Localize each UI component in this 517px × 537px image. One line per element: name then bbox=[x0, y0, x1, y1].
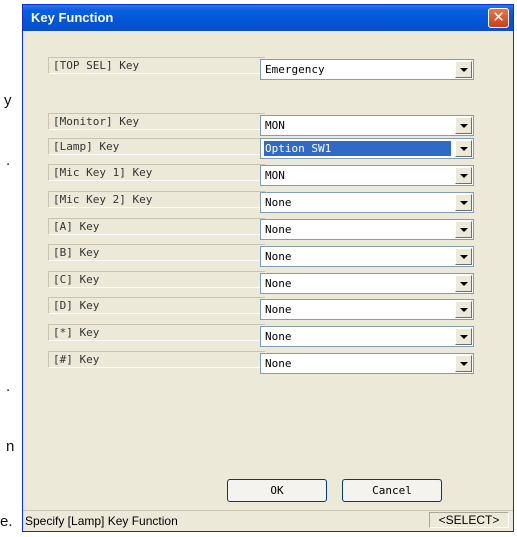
dialog-title: Key Function bbox=[31, 10, 114, 25]
combo-value: MON bbox=[265, 169, 285, 182]
chevron-down-icon[interactable] bbox=[455, 355, 472, 372]
top-sel-key-label: [TOP SEL] Key bbox=[48, 57, 266, 74]
hash-key-label: [#] Key bbox=[48, 351, 266, 368]
combo-value: Emergency bbox=[265, 63, 325, 76]
monitor-key-label: [Monitor] Key bbox=[48, 113, 266, 130]
background-text-fragment: n bbox=[6, 438, 15, 455]
combo-value: None bbox=[265, 196, 292, 209]
combo-value: MON bbox=[265, 119, 285, 132]
combo-value: None bbox=[265, 250, 292, 263]
cancel-button[interactable]: Cancel bbox=[342, 479, 442, 502]
monitor-key-select[interactable]: MON bbox=[260, 115, 474, 136]
mic-key-2-label: [Mic Key 2] Key bbox=[48, 191, 266, 208]
combo-value: None bbox=[265, 223, 292, 236]
d-key-label: [D] Key bbox=[48, 297, 266, 314]
combo-value: None bbox=[265, 357, 292, 370]
mic-key-1-label: [Mic Key 1] Key bbox=[48, 164, 266, 181]
chevron-down-icon[interactable] bbox=[455, 301, 472, 318]
chevron-down-icon[interactable] bbox=[455, 275, 472, 292]
d-key-select[interactable]: None bbox=[260, 299, 474, 320]
chevron-down-icon[interactable] bbox=[455, 61, 472, 78]
mic-key-2-select[interactable]: None bbox=[260, 192, 474, 213]
status-mode-indicator: <SELECT> bbox=[429, 512, 509, 528]
star-key-select[interactable]: None bbox=[260, 326, 474, 347]
c-key-select[interactable]: None bbox=[260, 273, 474, 294]
close-icon: ✕ bbox=[492, 8, 505, 26]
background-text-fragment: . bbox=[6, 152, 11, 169]
a-key-select[interactable]: None bbox=[260, 219, 474, 240]
status-bar: Specify [Lamp] Key Function <SELECT> bbox=[23, 510, 513, 531]
chevron-down-icon[interactable] bbox=[455, 194, 472, 211]
combo-value: None bbox=[265, 330, 292, 343]
status-message: Specify [Lamp] Key Function bbox=[25, 514, 178, 528]
a-key-label: [A] Key bbox=[48, 218, 266, 235]
dialog-body: [TOP SEL] Key Emergency [Monitor] Key MO… bbox=[26, 31, 510, 528]
ok-button[interactable]: OK bbox=[227, 479, 327, 502]
chevron-down-icon[interactable] bbox=[455, 328, 472, 345]
chevron-down-icon[interactable] bbox=[455, 140, 472, 157]
chevron-down-icon[interactable] bbox=[455, 117, 472, 134]
chevron-down-icon[interactable] bbox=[455, 167, 472, 184]
combo-value: None bbox=[265, 277, 292, 290]
chevron-down-icon[interactable] bbox=[455, 221, 472, 238]
background-text-fragment: e. bbox=[0, 513, 13, 530]
b-key-select[interactable]: None bbox=[260, 246, 474, 267]
c-key-label: [C] Key bbox=[48, 271, 266, 288]
background-text-fragment: . bbox=[6, 378, 11, 395]
top-sel-key-select[interactable]: Emergency bbox=[260, 59, 474, 80]
background-text-fragment: y bbox=[4, 92, 12, 109]
key-function-dialog: Key Function ✕ [TOP SEL] Key Emergency [… bbox=[22, 4, 514, 532]
combo-value: Option SW1 bbox=[264, 141, 451, 156]
chevron-down-icon[interactable] bbox=[455, 248, 472, 265]
mic-key-1-select[interactable]: MON bbox=[260, 165, 474, 186]
b-key-label: [B] Key bbox=[48, 244, 266, 261]
close-button[interactable]: ✕ bbox=[488, 8, 509, 28]
star-key-label: [*] Key bbox=[48, 324, 266, 341]
title-bar[interactable]: Key Function ✕ bbox=[23, 5, 513, 31]
hash-key-select[interactable]: None bbox=[260, 353, 474, 374]
combo-value: None bbox=[265, 303, 292, 316]
lamp-key-label: [Lamp] Key bbox=[48, 138, 266, 155]
lamp-key-select[interactable]: Option SW1 bbox=[260, 138, 474, 159]
